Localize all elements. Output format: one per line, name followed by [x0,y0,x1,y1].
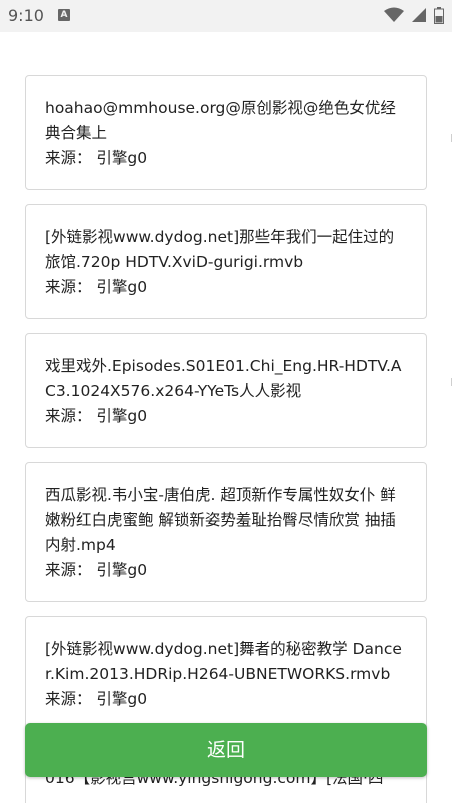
list-item[interactable]: hoahao@mmhouse.org@原创影视@绝色女优经典合集上 来源： 引擎… [25,75,427,190]
notification-icon: A [58,9,70,21]
signal-icon [411,8,426,22]
system-icons [382,7,444,25]
list-item[interactable]: [外链影视www.dydog.net]那些年我们一起住过的旅馆.720p HDT… [25,204,427,319]
battery-icon [434,7,444,24]
results-list: hoahao@mmhouse.org@原创影视@绝色女优经典合集上 来源： 引擎… [25,75,427,803]
item-source: 来源： 引擎g0 [45,561,148,579]
item-source: 来源： 引擎g0 [45,690,148,708]
list-item[interactable]: 西瓜影视.韦小宝-唐伯虎. 超顶新作专属性奴女仆 鲜嫩粉红白虎蜜鲍 解锁新姿势羞… [25,462,427,602]
item-source: 来源： 引擎g0 [45,149,148,167]
list-item[interactable]: 戏里戏外.Episodes.S01E01.Chi_Eng.HR-HDTV.AC3… [25,333,427,448]
status-bar: 9:10 A [0,0,452,32]
item-title: [外链影视www.dydog.net]舞者的秘密教学 Dancer.Kim.20… [45,640,402,683]
status-time: 9:10 [8,6,44,25]
wifi-icon [383,7,404,22]
item-source: 来源： 引擎g0 [45,407,148,425]
back-button[interactable]: 返回 [25,723,427,777]
list-item[interactable]: [外链影视www.dydog.net]舞者的秘密教学 Dancer.Kim.20… [25,616,427,731]
item-title: 戏里戏外.Episodes.S01E01.Chi_Eng.HR-HDTV.AC3… [45,357,402,400]
results-scroll-area[interactable]: hoahao@mmhouse.org@原创影视@绝色女优经典合集上 来源： 引擎… [0,32,452,803]
item-title: hoahao@mmhouse.org@原创影视@绝色女优经典合集上 [45,99,396,142]
item-title: 西瓜影视.韦小宝-唐伯虎. 超顶新作专属性奴女仆 鲜嫩粉红白虎蜜鲍 解锁新姿势羞… [45,486,396,554]
item-title: [外链影视www.dydog.net]那些年我们一起住过的旅馆.720p HDT… [45,228,395,271]
item-source: 来源： 引擎g0 [45,278,148,296]
